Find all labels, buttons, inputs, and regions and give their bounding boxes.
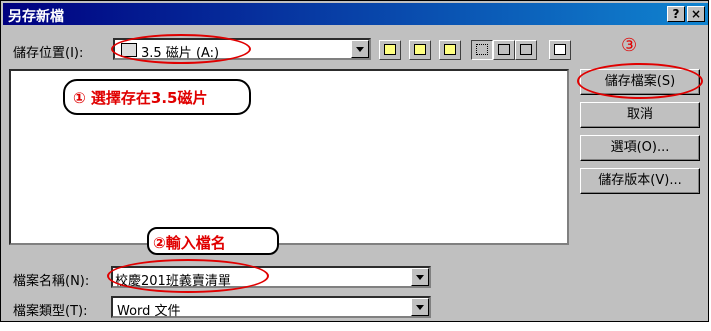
chevron-down-icon[interactable] <box>351 40 369 58</box>
annotation-step-1: ① 選擇存在3.5磁片 <box>73 89 208 107</box>
annotation-oval-save-in <box>111 34 251 64</box>
filetype-value: Word 文件 <box>117 304 181 319</box>
title-bar: 另存新檔 ? × <box>3 3 708 25</box>
chevron-down-icon[interactable] <box>411 298 429 316</box>
chevron-down-icon[interactable] <box>411 268 429 286</box>
annotation-oval-save-button <box>577 63 703 99</box>
new-folder-icon[interactable] <box>439 40 461 60</box>
filename-label: 檔案名稱(N): <box>13 274 90 289</box>
filetype-label: 檔案類型(T): <box>13 304 88 319</box>
annotation-oval-filename <box>107 259 269 293</box>
details-view-icon[interactable] <box>493 40 515 60</box>
cancel-button[interactable]: 取消 <box>580 102 700 128</box>
tools-icon[interactable] <box>549 40 571 60</box>
up-one-level-icon[interactable] <box>379 40 401 60</box>
close-button[interactable]: × <box>687 6 705 22</box>
annotation-step-3: ③ <box>621 35 638 56</box>
properties-view-icon[interactable] <box>515 40 537 60</box>
help-button[interactable]: ? <box>667 6 685 22</box>
save-in-label: 儲存位置(I): <box>13 46 84 61</box>
save-version-button[interactable]: 儲存版本(V)... <box>580 168 700 194</box>
document-ruler-strip <box>0 322 711 331</box>
window-title: 另存新檔 <box>8 9 64 25</box>
desktop-icon[interactable] <box>409 40 431 60</box>
save-as-dialog: 另存新檔 ? × 儲存位置(I): 3.5 磁片 (A:) 儲存檔案(S) 取消… <box>0 0 709 322</box>
annotation-step-2: ②輸入檔名 <box>153 234 226 252</box>
list-view-icon[interactable] <box>471 40 493 60</box>
options-button[interactable]: 選項(O)... <box>580 135 700 161</box>
filetype-dropdown[interactable]: Word 文件 <box>111 296 431 319</box>
